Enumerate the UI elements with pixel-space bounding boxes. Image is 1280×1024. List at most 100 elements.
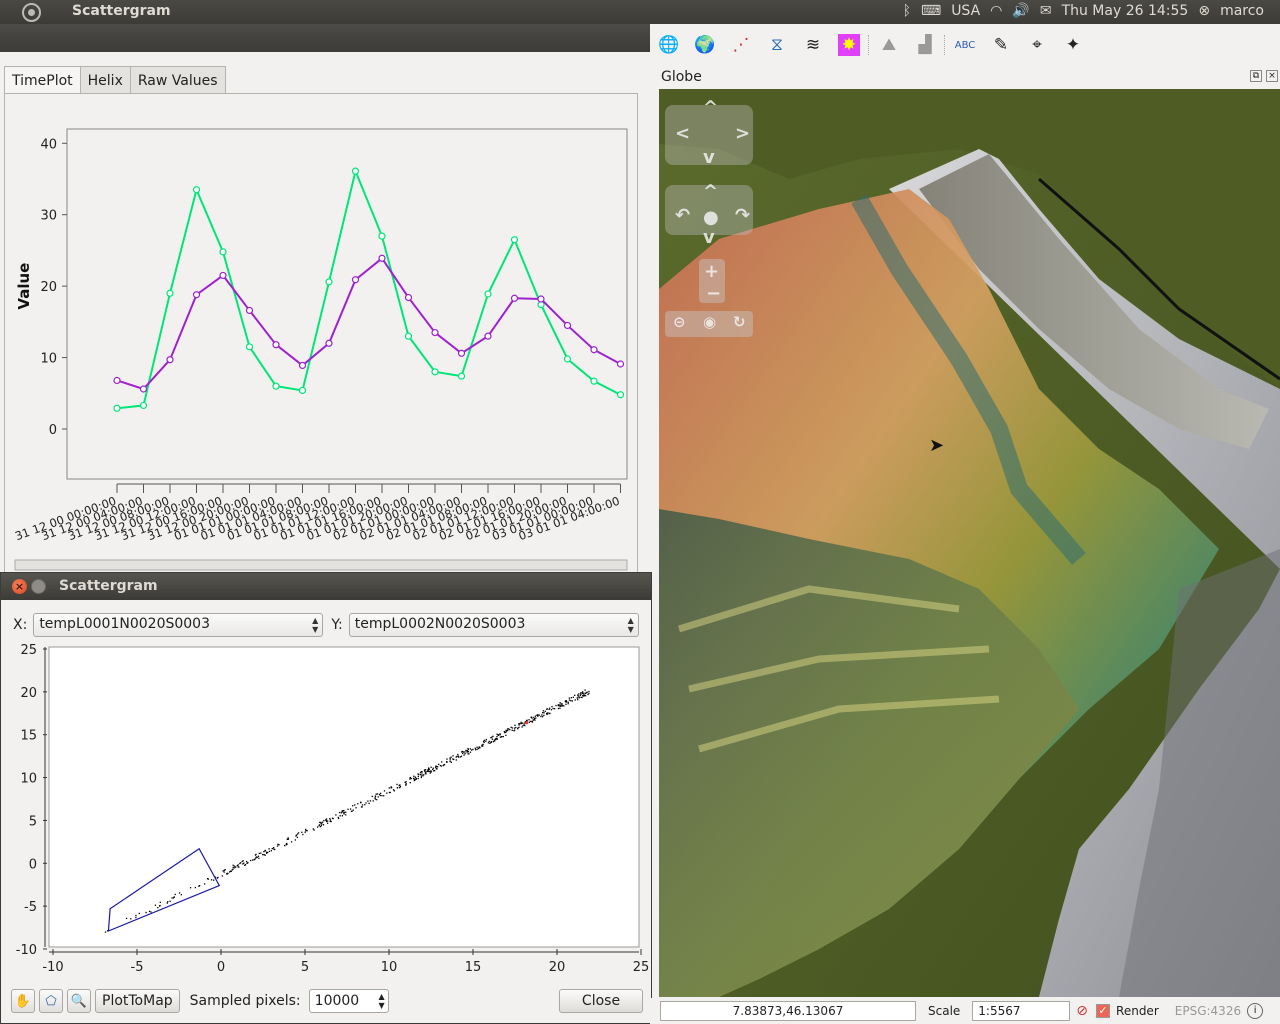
histogram-icon[interactable]: ▟ <box>914 34 936 56</box>
series-point-0 <box>484 290 492 298</box>
mail-icon[interactable]: ✉ <box>1040 3 1052 19</box>
scatter-point <box>290 841 293 843</box>
window-close-icon[interactable]: × <box>12 579 27 594</box>
scatter-point <box>441 761 443 763</box>
globe-add-icon[interactable]: 🌐 <box>658 34 680 56</box>
pan-tool-button[interactable]: ✋ <box>11 989 35 1013</box>
helix-icon[interactable]: ⧖ <box>766 34 788 56</box>
scatter-point <box>421 773 423 775</box>
volume-icon[interactable]: 🔊 <box>1012 3 1029 19</box>
scattergram-titlebar[interactable]: × Scattergram <box>1 573 651 600</box>
zoom-out-icon[interactable]: − <box>706 283 721 304</box>
scatter-point <box>583 692 585 694</box>
dock-close-icon[interactable]: × <box>1266 70 1278 82</box>
bluetooth-icon[interactable]: ᛒ <box>903 3 911 19</box>
y-tick-label: 20 <box>20 686 37 701</box>
profile-icon[interactable]: ⛰ <box>878 34 900 56</box>
rotate-left-icon[interactable]: ↶ <box>675 205 690 226</box>
scatter-point <box>458 756 460 758</box>
scatter-point <box>428 768 431 770</box>
scatter-point <box>467 748 470 751</box>
scatter-point <box>464 751 466 753</box>
plot-to-map-button[interactable]: PlotToMap <box>95 989 180 1013</box>
scatter-point <box>376 798 378 801</box>
user-name[interactable]: marco <box>1220 3 1264 19</box>
edit-tool-icon[interactable]: ✎ <box>990 34 1012 56</box>
scatter-point <box>313 829 315 831</box>
zoom-tool-button[interactable]: 🔍 <box>67 989 91 1013</box>
gallery-icon[interactable]: ✸ <box>838 34 860 56</box>
tilt-up-icon[interactable]: ^ <box>703 181 718 202</box>
scatter-bottom-bar: ✋ ⬠ 🔍 PlotToMap Sampled pixels: 10000 ▲ ▼… <box>11 987 643 1015</box>
scatter-point <box>436 768 438 770</box>
pan-right-icon[interactable]: > <box>735 123 750 144</box>
crs-lock-icon[interactable]: ⊘ <box>1076 1003 1088 1019</box>
clock[interactable]: Thu May 26 14:55 <box>1062 3 1189 19</box>
zoom-in-icon[interactable]: + <box>704 261 719 282</box>
tilt-down-icon[interactable]: v <box>703 227 715 248</box>
scatter-point <box>497 734 499 736</box>
scatter-point <box>528 721 531 723</box>
keyboard-layout[interactable]: USA <box>951 3 980 19</box>
scatter-point <box>571 700 573 702</box>
globe-icon[interactable]: 🌍 <box>694 34 716 56</box>
pan-down-icon[interactable]: v <box>703 147 715 168</box>
series-point-0 <box>272 382 280 390</box>
user-status-icon[interactable]: ⊗ <box>1198 3 1210 19</box>
tab-timeplot[interactable]: TimePlot <box>4 66 81 95</box>
wifi-icon[interactable]: ◠ <box>990 3 1002 19</box>
scatter-point <box>271 847 273 850</box>
ubuntu-logo-icon[interactable] <box>22 3 41 22</box>
pan-up-icon[interactable]: ^ <box>703 97 718 118</box>
tab-helix[interactable]: Helix <box>79 66 131 94</box>
sync-view-icon[interactable]: ◉ <box>703 313 716 331</box>
crs-label[interactable]: EPSG:4326 <box>1175 1004 1241 1018</box>
scatter-point <box>561 705 563 707</box>
globe-3d-view[interactable]: ^ < > v ^ ↶ ● ↷ v + − ⊝ ◉ ↻ ➤ <box>659 89 1280 997</box>
series-point-1 <box>404 293 413 302</box>
scatter-point <box>472 748 474 751</box>
scatter-point <box>446 758 448 760</box>
dock-float-icon[interactable]: ⧉ <box>1250 70 1262 82</box>
window-minimize-icon[interactable] <box>31 579 46 594</box>
scatter-point <box>574 694 576 697</box>
messages-icon[interactable]: i <box>1247 1003 1264 1019</box>
reset-view-icon[interactable]: ⊝ <box>673 313 686 331</box>
sampled-pixels-value: 10000 <box>314 993 360 1009</box>
scatter-point <box>210 879 213 881</box>
scatter-point <box>278 844 280 846</box>
orbit-center-icon[interactable]: ● <box>703 207 719 228</box>
label-icon[interactable]: ABC <box>954 34 976 56</box>
sampled-pixels-spinbox[interactable]: 10000 ▲ ▼ <box>308 989 389 1013</box>
toolbar-separator <box>944 35 946 55</box>
timeplot-titlebar[interactable] <box>0 24 650 52</box>
keyboard-icon[interactable]: ⌨ <box>921 3 941 19</box>
layers-icon[interactable]: ≋ <box>802 34 824 56</box>
scatter-point <box>553 708 556 710</box>
scatter-point <box>555 704 557 707</box>
rotate-view-icon[interactable]: ↻ <box>733 313 746 331</box>
series-point-1 <box>590 346 598 354</box>
scatter-point <box>386 792 388 794</box>
pan-left-icon[interactable]: < <box>675 123 690 144</box>
scatter-plot-icon[interactable]: ⋰ <box>730 34 752 56</box>
x-band-select[interactable]: tempL0001N0020S0003 ▲ ▼ <box>33 613 324 637</box>
x-tick-label: 20 <box>549 960 566 975</box>
measure-tool-icon[interactable]: ⌖ <box>1026 34 1048 56</box>
y-band-select[interactable]: tempL0002N0020S0003 ▲ ▼ <box>348 613 639 637</box>
scale-input[interactable]: 1:5567 <box>972 1001 1071 1021</box>
polygon-select-button[interactable]: ⬠ <box>39 989 63 1013</box>
scatter-point <box>467 753 469 755</box>
render-checkbox[interactable]: ✓ <box>1096 1004 1111 1018</box>
scatter-plot[interactable]: -10 -5 0 5 10 15 20 25 -10 -5 0 5 10 15 20 25 <box>1 643 651 983</box>
settings-tool-icon[interactable]: ✦ <box>1062 34 1084 56</box>
scatter-point <box>524 724 526 727</box>
scatter-point <box>287 837 289 839</box>
close-button[interactable]: Close <box>559 989 643 1013</box>
scatter-point <box>417 777 419 780</box>
tab-raw-values[interactable]: Raw Values <box>129 66 226 94</box>
scatter-point <box>247 862 249 864</box>
scatter-point <box>534 719 536 721</box>
scatter-point <box>263 851 265 853</box>
rotate-right-icon[interactable]: ↷ <box>735 205 750 226</box>
